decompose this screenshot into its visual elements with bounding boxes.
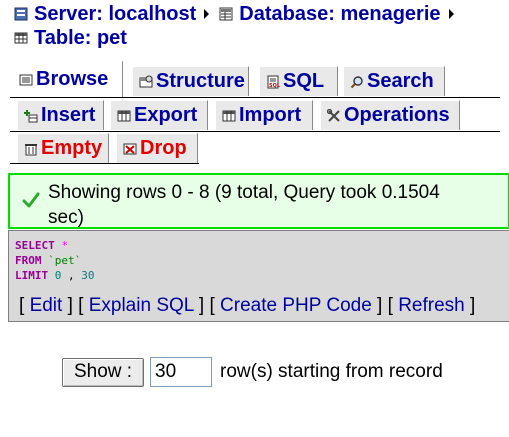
breadcrumb-server-label: Server: localhost [34,3,197,25]
sql-comma: , [68,269,75,282]
tab-insert-label: Insert [41,104,96,126]
tab-sql[interactable]: SQL SQL [259,66,338,96]
sql-star: * [61,239,68,252]
sql-icon: SQL [267,75,280,89]
notice-message: Showing rows 0 - 8 (9 total, Query took … [48,180,440,230]
svg-text:SQL: SQL [269,83,280,89]
table-icon [14,32,28,44]
tab-row-2: Insert Export Import Operations [10,98,500,138]
sql-keyword-limit: LIMIT [15,269,49,282]
breadcrumb-separator-arrow-icon [204,9,210,19]
tab-browse[interactable]: Browse [12,61,123,97]
tab-empty[interactable]: Empty [17,133,109,163]
rows-starting-label: row(s) starting from record [220,361,443,382]
tab-import-label: Import [239,104,302,126]
breadcrumb-table-label: Table: pet [34,27,127,49]
breadcrumb-table[interactable]: Table: pet [14,26,127,50]
tab-import[interactable]: Import [215,100,313,130]
tab-row-2-divider [10,131,500,132]
tab-drop-label: Drop [140,137,187,159]
database-icon [219,7,233,21]
notice-line-1: Showing rows 0 - 8 (9 total, Query took … [48,182,440,203]
sql-keyword-select: SELECT [15,239,55,252]
export-icon [117,110,131,121]
insert-icon [24,109,38,122]
rows-count-input[interactable] [150,357,212,387]
sql-action-links: [ Edit ] [ Explain SQL ] [ Create PHP Co… [19,295,476,316]
sql-table-name: `pet` [48,254,82,267]
show-rows-form: Show : row(s) starting from record [62,357,443,387]
breadcrumb-database-label: Database: menagerie [239,3,441,25]
tab-export[interactable]: Export [110,100,208,130]
breadcrumb: Server: localhost Database: menagerie Ta… [14,2,504,50]
sql-limit-offset: 0 [54,269,62,282]
tab-search[interactable]: Search [343,66,445,96]
tab-row-3-divider [10,163,199,164]
sql-limit-count: 30 [81,269,95,282]
browse-icon [19,74,33,85]
tab-export-label: Export [134,104,198,126]
phpmyadmin-table-view: Server: localhost Database: menagerie Ta… [0,0,509,437]
check-icon [22,192,40,208]
tab-structure-label: Structure [156,70,245,92]
import-icon [222,110,236,121]
wrench-screwdriver-icon [327,108,340,122]
refresh-link[interactable]: Refresh [398,295,465,316]
tab-insert[interactable]: Insert [17,100,104,130]
tab-empty-label: Empty [41,137,103,159]
explain-sql-link[interactable]: Explain SQL [89,295,194,316]
search-icon [350,75,363,88]
tab-operations[interactable]: Operations [320,100,460,130]
sql-keyword-from: FROM [15,254,42,267]
tab-operations-label: Operations [344,104,450,126]
structure-icon [139,75,153,87]
tab-bar: Browse Structure SQL SQL Search Insert E… [10,58,500,178]
tab-row-1: Browse Structure SQL SQL Search [10,58,500,98]
breadcrumb-database[interactable]: Database: menagerie [219,2,441,26]
drop-delete-icon [123,143,137,154]
breadcrumb-server[interactable]: Server: localhost [14,2,196,26]
sql-query-box: SELECT * FROM `pet` LIMIT 0 , 30 [ Edit … [8,230,509,322]
notice-line-2: sec) [48,207,84,228]
tab-row-3: Empty Drop [10,133,500,178]
tab-search-label: Search [367,70,434,92]
sql-query-text: SELECT * FROM `pet` LIMIT 0 , 30 [15,238,95,283]
server-icon [14,7,28,21]
query-result-notice: Showing rows 0 - 8 (9 total, Query took … [8,173,509,229]
tab-sql-label: SQL [283,70,325,92]
edit-link[interactable]: Edit [30,295,63,316]
empty-trash-icon [25,143,37,155]
create-php-code-link[interactable]: Create PHP Code [220,295,372,316]
tab-structure[interactable]: Structure [132,66,249,96]
tab-drop[interactable]: Drop [116,133,198,163]
show-button[interactable]: Show : [62,357,144,387]
breadcrumb-separator-arrow-icon [448,9,454,19]
tab-browse-label: Browse [36,68,109,90]
